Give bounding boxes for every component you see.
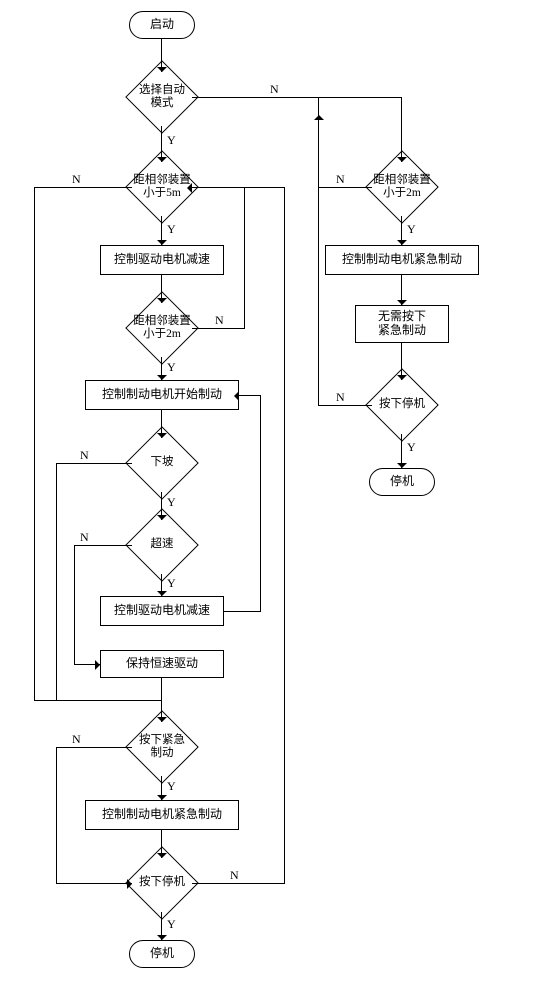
decision-press-emerg-brake: 按下紧急 制动 [127,712,197,782]
process-ctrl-brake-emerg-right: 控制制动电机紧急制动 [325,245,479,275]
edge-label-y: Y [167,779,176,794]
process-ctrl-drive-decel: 控制驱动电机减速 [100,245,224,275]
edge-label-n: N [80,448,89,463]
edge-label-y: Y [167,222,176,237]
edge-label-y: Y [167,917,176,932]
decision-dist-lt-2m-right: 距相邻装置 小于2m [367,152,437,222]
decision-press-stop-left: 按下停机 [127,848,197,918]
decision-press-stop-right: 按下停机 [367,370,437,440]
edge-label-n: N [230,868,239,883]
edge-label-n: N [72,732,81,747]
edge-label-y: Y [167,360,176,375]
edge-label-n: N [72,172,81,187]
terminator-stop-left: 停机 [129,940,195,968]
process-ctrl-brake-start: 控制制动电机开始制动 [85,380,239,410]
edge-label-y: Y [407,222,416,237]
decision-overspeed: 超速 [127,510,197,580]
decision-select-auto-mode: 选择自动 模式 [127,62,197,132]
decision-downhill: 下坡 [127,428,197,498]
edge-label-y: Y [167,576,176,591]
process-keep-const-speed: 保持恒速驱动 [100,650,224,678]
terminator-start: 启动 [129,11,195,39]
process-ctrl-brake-emerg-left: 控制制动电机紧急制动 [85,800,239,830]
terminator-stop-right: 停机 [369,468,435,496]
edge-label-n: N [336,172,345,187]
flowchart-canvas: 启动 选择自动 模式 距相邻装置 小于5m 控制驱动电机减速 距相邻装置 小于2… [0,0,533,1000]
edge-label-n: N [215,313,224,328]
edge-label-y: Y [407,440,416,455]
process-no-need-press-emerg: 无需按下 紧急制动 [355,305,449,343]
edge-label-n: N [270,82,279,97]
process-ctrl-drive-decel-2: 控制驱动电机减速 [100,596,224,626]
decision-dist-lt-2m-left: 距相邻装置 小于2m [127,293,197,363]
decision-dist-lt-5m: 距相邻装置 小于5m [127,152,197,222]
edge-label-y: Y [167,133,176,148]
edge-label-y: Y [167,495,176,510]
edge-label-n: N [336,390,345,405]
edge-label-n: N [80,530,89,545]
